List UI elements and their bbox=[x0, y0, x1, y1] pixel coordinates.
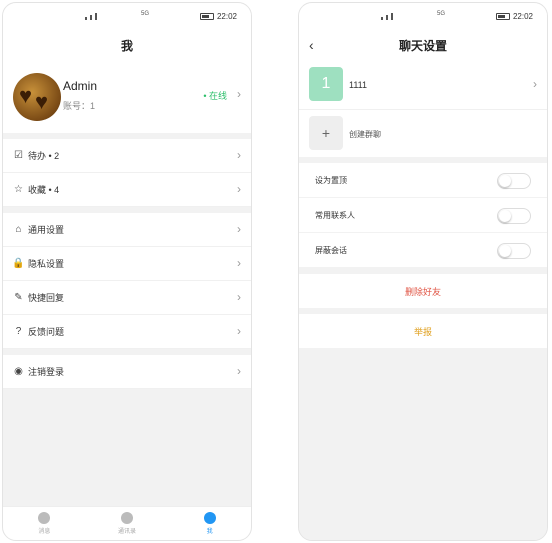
menu-row-label: 注销登录 bbox=[28, 367, 65, 377]
title-bar: ‹ 聊天设置 bbox=[299, 29, 547, 61]
contact-avatar: 1 bbox=[309, 67, 343, 101]
contact-card[interactable]: 1 1111 › bbox=[299, 61, 547, 109]
toggle-label: 设为置顶 bbox=[315, 175, 347, 185]
toggle-switch[interactable] bbox=[497, 243, 531, 259]
menu-row[interactable]: ☆ 收藏 • 4 › bbox=[3, 173, 251, 207]
tab-contacts[interactable]: 通讯录 bbox=[86, 507, 169, 540]
tab-message[interactable]: 消息 bbox=[3, 507, 86, 540]
message-icon bbox=[38, 512, 51, 524]
avatar[interactable]: ♥ ♥ bbox=[13, 73, 61, 121]
menu-row[interactable]: ⌂ 通用设置 › bbox=[3, 213, 251, 247]
menu-row-label: 收藏 • 4 bbox=[28, 185, 60, 195]
back-icon[interactable]: ‹ bbox=[309, 37, 314, 53]
tab-profile[interactable]: 我 bbox=[168, 507, 251, 540]
plus-icon: + bbox=[309, 116, 343, 150]
create-group-label: 创建群聊 bbox=[349, 130, 381, 139]
menu-row[interactable]: ◉ 注销登录 › bbox=[3, 355, 251, 389]
online-status: • 在线 bbox=[203, 91, 227, 101]
toggle-row: 屏蔽会话 bbox=[299, 233, 547, 268]
menu-row-label: 隐私设置 bbox=[28, 259, 65, 269]
profile-account: 账号：1 bbox=[63, 101, 96, 111]
heart-icon: ♥ bbox=[19, 83, 33, 108]
menu-row-label: 反馈问题 bbox=[28, 327, 65, 337]
chevron-right-icon: › bbox=[237, 222, 241, 236]
chat-settings-screen: 5G 22:02 ‹ 聊天设置 1 1111 › + 创建群聊 设为置顶常用联系… bbox=[298, 2, 548, 541]
logout-icon: ◉ bbox=[14, 366, 23, 377]
checkbox-icon: ☑ bbox=[14, 150, 23, 161]
profile-name: Admin bbox=[63, 79, 98, 93]
chevron-right-icon: › bbox=[237, 364, 241, 378]
menu-row[interactable]: ? 反馈问题 › bbox=[3, 315, 251, 349]
heart-icon: ♥ bbox=[35, 89, 49, 114]
star-icon: ☆ bbox=[14, 184, 23, 195]
lock-icon: 🔒 bbox=[12, 258, 25, 269]
status-time: 22:02 bbox=[512, 12, 533, 21]
toggle-switch[interactable] bbox=[497, 208, 531, 224]
chevron-right-icon: › bbox=[237, 87, 241, 101]
page-title: 聊天设置 bbox=[398, 38, 447, 53]
chevron-right-icon: › bbox=[237, 290, 241, 304]
profile-screen: 5G 22:02 我 ♥ ♥ Admin 账号：1 • 在线 › ☑ 待办 • 2… bbox=[2, 2, 252, 541]
delete-friend-button[interactable]: 删除好友 bbox=[299, 274, 547, 308]
create-group-row[interactable]: + 创建群聊 bbox=[299, 109, 547, 157]
menu-row-label: 通用设置 bbox=[28, 225, 65, 235]
signal-icon bbox=[85, 13, 97, 20]
contact-name: 1111 bbox=[349, 80, 368, 90]
battery-icon bbox=[199, 13, 214, 20]
toggle-row: 常用联系人 bbox=[299, 198, 547, 233]
bottom-tab-bar: 消息 通讯录 我 bbox=[3, 506, 251, 540]
report-button[interactable]: 举报 bbox=[299, 314, 547, 348]
chevron-right-icon: › bbox=[237, 182, 241, 196]
network-speed: 5G bbox=[437, 11, 446, 17]
chevron-right-icon: › bbox=[533, 77, 537, 91]
menu-row[interactable]: ✎ 快捷回复 › bbox=[3, 281, 251, 315]
menu-row[interactable]: ☑ 待办 • 2 › bbox=[3, 139, 251, 173]
profile-card[interactable]: ♥ ♥ Admin 账号：1 • 在线 › bbox=[3, 61, 251, 133]
toggle-switch[interactable] bbox=[497, 173, 531, 189]
question-icon: ? bbox=[15, 326, 22, 337]
network-speed: 5G bbox=[141, 11, 150, 17]
status-bar: 5G 22:02 bbox=[3, 3, 251, 29]
toggle-row: 设为置顶 bbox=[299, 163, 547, 198]
tab-label: 我 bbox=[206, 529, 213, 535]
toggle-label: 屏蔽会话 bbox=[315, 245, 347, 255]
toggle-label: 常用联系人 bbox=[315, 210, 355, 220]
chevron-right-icon: › bbox=[237, 256, 241, 270]
battery-icon bbox=[495, 13, 510, 20]
menu-row-label: 快捷回复 bbox=[28, 293, 65, 303]
tab-label: 通讯录 bbox=[118, 529, 137, 535]
contacts-icon bbox=[121, 512, 133, 524]
chevron-right-icon: › bbox=[237, 324, 241, 338]
menu-row[interactable]: 🔒 隐私设置 › bbox=[3, 247, 251, 281]
status-time: 22:02 bbox=[216, 12, 237, 21]
chevron-right-icon: › bbox=[237, 148, 241, 162]
profile-icon bbox=[203, 512, 216, 524]
status-bar: 5G 22:02 bbox=[299, 3, 547, 29]
edit-icon: ✎ bbox=[14, 292, 23, 303]
menu-row-label: 待办 • 2 bbox=[28, 151, 60, 161]
tab-label: 消息 bbox=[38, 529, 51, 535]
signal-icon bbox=[381, 13, 393, 20]
general-settings-icon: ⌂ bbox=[15, 224, 22, 235]
page-title: 我 bbox=[3, 29, 251, 61]
